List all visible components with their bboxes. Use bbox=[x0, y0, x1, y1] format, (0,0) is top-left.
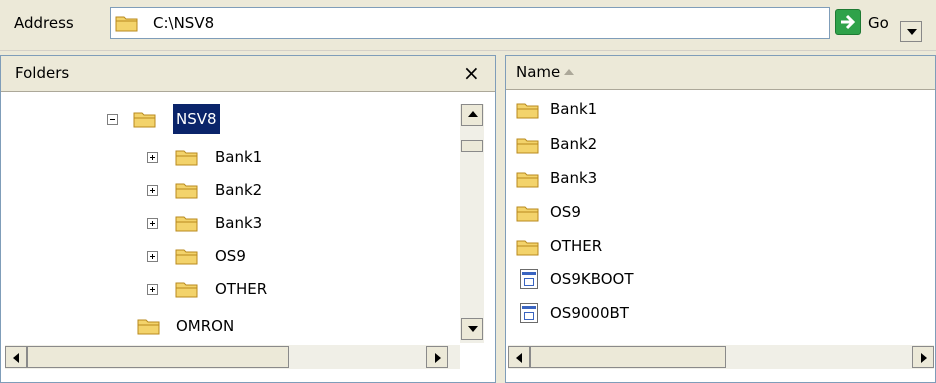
sort-ascending-icon bbox=[564, 69, 574, 75]
arrow-left-icon bbox=[13, 353, 19, 363]
file-name: OS9 bbox=[550, 203, 581, 221]
arrow-up-icon bbox=[468, 111, 478, 117]
tree-item-bank3[interactable]: Bank3 bbox=[147, 208, 307, 238]
folders-header: Folders × bbox=[1, 56, 495, 92]
expand-icon[interactable] bbox=[147, 251, 158, 262]
go-arrow-icon bbox=[835, 9, 861, 35]
collapse-icon[interactable] bbox=[107, 114, 118, 125]
folder-open-icon bbox=[133, 112, 156, 128]
tree-item-label: OS9 bbox=[215, 247, 246, 265]
scroll-thumb[interactable] bbox=[461, 140, 483, 152]
scroll-down-button[interactable] bbox=[461, 318, 483, 340]
expand-icon[interactable] bbox=[147, 284, 158, 295]
scroll-right-button[interactable] bbox=[426, 346, 448, 368]
file-name: Bank1 bbox=[550, 100, 598, 118]
file-item[interactable]: Bank1 bbox=[516, 94, 716, 124]
file-item[interactable]: OS9KBOOT bbox=[516, 264, 716, 294]
files-pane: Name Bank1 Bank2 Bank3 OS9 OTHER OS9KBOO… bbox=[505, 55, 936, 383]
expand-icon[interactable] bbox=[147, 152, 158, 163]
tree-item-bank1[interactable]: Bank1 bbox=[147, 142, 307, 172]
arrow-right-icon bbox=[435, 353, 441, 363]
tree-item-label: OTHER bbox=[215, 280, 268, 298]
tree-item-other[interactable]: OTHER bbox=[147, 274, 307, 304]
go-button[interactable]: Go bbox=[834, 7, 924, 39]
scroll-thumb[interactable] bbox=[530, 346, 726, 368]
folder-icon bbox=[175, 150, 198, 166]
go-label: Go bbox=[868, 14, 889, 32]
tree-item-label: Bank2 bbox=[215, 181, 263, 199]
close-icon[interactable]: × bbox=[463, 56, 480, 91]
file-item[interactable]: OS9000BT bbox=[516, 298, 716, 328]
file-name: Bank3 bbox=[550, 169, 598, 187]
tree-item-nsv8[interactable]: NSV8 bbox=[105, 104, 265, 134]
scroll-thumb[interactable] bbox=[27, 346, 289, 368]
arrow-right-icon bbox=[921, 353, 927, 363]
address-label: Address bbox=[14, 14, 74, 32]
tree-item-bank2[interactable]: Bank2 bbox=[147, 175, 307, 205]
folder-icon bbox=[137, 319, 160, 335]
scroll-left-button[interactable] bbox=[5, 346, 27, 368]
name-column-header[interactable]: Name bbox=[506, 56, 935, 90]
address-input[interactable]: C:\NSV8 bbox=[110, 7, 922, 42]
scroll-right-button[interactable] bbox=[912, 346, 934, 368]
file-item[interactable]: OS9 bbox=[516, 197, 716, 227]
folder-icon bbox=[516, 172, 539, 188]
name-column-label: Name bbox=[516, 63, 561, 81]
folder-icon bbox=[175, 216, 198, 232]
horizontal-scrollbar[interactable] bbox=[5, 345, 460, 369]
folder-icon bbox=[175, 282, 198, 298]
scroll-up-button[interactable] bbox=[461, 104, 483, 126]
folder-icon bbox=[516, 103, 539, 119]
file-name: OS9KBOOT bbox=[550, 270, 634, 288]
folder-icon bbox=[516, 206, 539, 222]
file-item[interactable]: Bank3 bbox=[516, 163, 716, 193]
folder-icon bbox=[175, 183, 198, 199]
scroll-left-button[interactable] bbox=[508, 346, 530, 368]
folder-icon bbox=[175, 249, 198, 265]
tree-item-os9[interactable]: OS9 bbox=[147, 241, 307, 271]
file-item[interactable]: Bank2 bbox=[516, 129, 716, 159]
file-name: OS9000BT bbox=[550, 304, 629, 322]
tree-item-label: Bank3 bbox=[215, 214, 263, 232]
vertical-scrollbar[interactable] bbox=[460, 104, 484, 343]
file-item[interactable]: OTHER bbox=[516, 231, 716, 261]
folder-icon bbox=[516, 138, 539, 154]
tree-item-label: Bank1 bbox=[215, 148, 263, 166]
tree-item-label: OMRON bbox=[176, 317, 235, 335]
folder-icon bbox=[516, 240, 539, 256]
address-path: C:\NSV8 bbox=[153, 14, 215, 32]
tree-item-omron[interactable]: OMRON bbox=[133, 311, 293, 341]
expand-icon[interactable] bbox=[147, 185, 158, 196]
file-name: Bank2 bbox=[550, 135, 598, 153]
horizontal-scrollbar[interactable] bbox=[508, 345, 934, 369]
file-name: OTHER bbox=[550, 237, 603, 255]
arrow-left-icon bbox=[516, 353, 522, 363]
tree-item-label: NSV8 bbox=[173, 104, 220, 134]
folders-title: Folders bbox=[15, 64, 70, 82]
folders-pane: Folders × NSV8 Bank1 Bank2 Bank3 OS9 OTH… bbox=[0, 55, 496, 383]
address-bar: Address C:\NSV8 Go bbox=[0, 0, 936, 51]
folder-icon bbox=[115, 16, 138, 32]
expand-icon[interactable] bbox=[147, 218, 158, 229]
executable-icon bbox=[520, 303, 538, 323]
arrow-down-icon bbox=[468, 326, 478, 332]
executable-icon bbox=[520, 269, 538, 289]
